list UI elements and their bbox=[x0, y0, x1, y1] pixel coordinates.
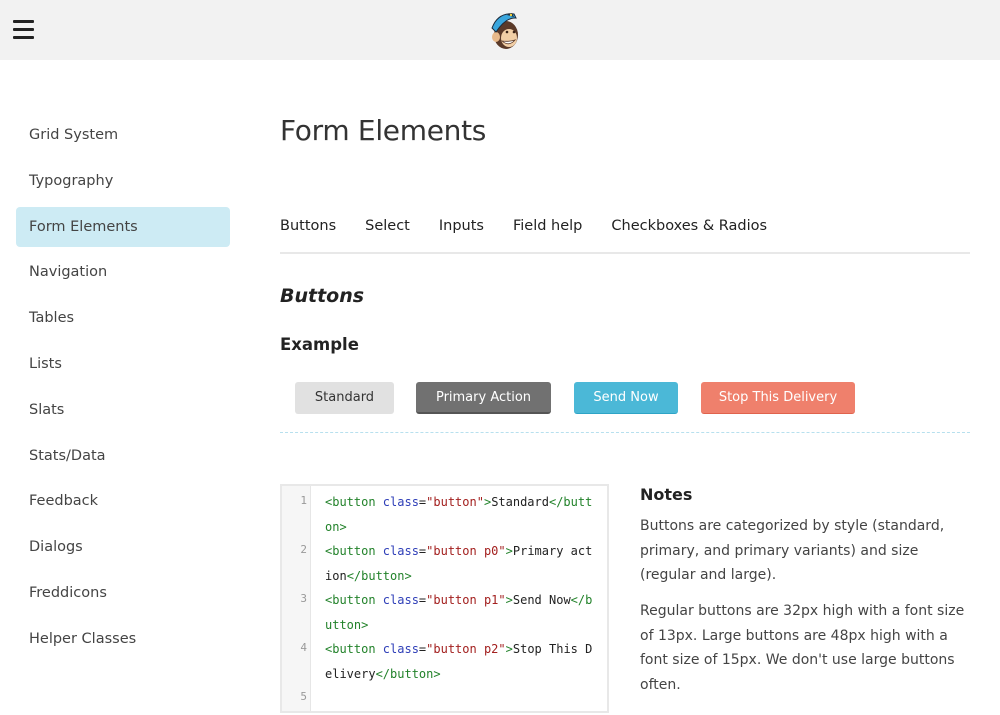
primary-action-button[interactable]: Primary Action bbox=[416, 382, 551, 414]
notes-paragraph: Buttons are categorized by style (standa… bbox=[640, 518, 945, 583]
code-attr: class bbox=[382, 593, 419, 607]
sidebar-item-freddicons[interactable]: Freddicons bbox=[16, 573, 230, 613]
line-number: 5 bbox=[300, 690, 307, 703]
tab-select[interactable]: Select bbox=[365, 214, 410, 252]
code-string: "button" bbox=[426, 495, 484, 509]
hamburger-line bbox=[13, 20, 34, 23]
line-number: 3 bbox=[300, 592, 307, 605]
notes-paragraph: Regular buttons are 32px high with a fon… bbox=[640, 603, 965, 693]
page-title: Form Elements bbox=[280, 114, 487, 147]
stop-delivery-button[interactable]: Stop This Delivery bbox=[701, 382, 855, 414]
code-string: "button p2" bbox=[426, 642, 506, 656]
notes-title: Notes bbox=[640, 485, 693, 504]
tab-checkboxes-radios[interactable]: Checkboxes & Radios bbox=[611, 214, 767, 252]
hamburger-line bbox=[13, 36, 34, 39]
line-number: 1 bbox=[300, 494, 307, 507]
line-number: 2 bbox=[300, 543, 307, 556]
sidebar-item-lists[interactable]: Lists bbox=[16, 344, 230, 384]
sidebar-item-typography[interactable]: Typography bbox=[16, 161, 230, 201]
sidebar-item-form-elements[interactable]: Form Elements bbox=[16, 206, 230, 247]
code-text: <button class="button p2">Stop This Deli… bbox=[325, 637, 595, 686]
tab-field-help[interactable]: Field help bbox=[513, 214, 582, 252]
sidebar-item-navigation[interactable]: Navigation bbox=[16, 252, 230, 292]
sidebar-item-slats[interactable]: Slats bbox=[16, 390, 230, 430]
hamburger-menu-icon[interactable] bbox=[13, 19, 34, 39]
sidebar-item-stats-data[interactable]: Stats/Data bbox=[16, 436, 230, 476]
sidebar-item-grid-system[interactable]: Grid System bbox=[16, 115, 230, 155]
code-string: "button p0" bbox=[426, 544, 506, 558]
freddie-logo-icon[interactable] bbox=[483, 10, 525, 52]
hamburger-line bbox=[13, 28, 34, 31]
code-tag: </button> bbox=[346, 568, 412, 583]
sidebar-item-tables[interactable]: Tables bbox=[16, 298, 230, 338]
code-tag: > bbox=[505, 544, 513, 558]
code-example[interactable]: 1 <button class="button">Standard</butto… bbox=[280, 484, 609, 713]
top-bar bbox=[0, 0, 1000, 60]
code-tag: <button bbox=[325, 495, 383, 509]
code-text: <button class="button p1">Send Now</butt… bbox=[325, 588, 595, 637]
code-attr: class bbox=[382, 544, 419, 558]
code-text: <button class="button">Standard</button> bbox=[325, 490, 595, 539]
dashed-divider bbox=[280, 432, 970, 433]
section-tabs: Buttons Select Inputs Field help Checkbo… bbox=[280, 214, 970, 254]
example-label: Example bbox=[280, 335, 359, 354]
sidebar-item-dialogs[interactable]: Dialogs bbox=[16, 527, 230, 567]
section-title: Buttons bbox=[280, 285, 365, 307]
code-string: "button p1" bbox=[426, 593, 506, 607]
code-tag: > bbox=[505, 593, 513, 607]
code-tag: </button> bbox=[375, 666, 441, 681]
sidebar-nav: Grid System Typography Form Elements Nav… bbox=[16, 115, 230, 665]
standard-button[interactable]: Standard bbox=[295, 382, 394, 414]
code-attr: class bbox=[382, 495, 419, 509]
tab-buttons[interactable]: Buttons bbox=[280, 214, 336, 252]
tab-inputs[interactable]: Inputs bbox=[439, 214, 484, 252]
sidebar-item-helper-classes[interactable]: Helper Classes bbox=[16, 619, 230, 659]
code-content: Standard bbox=[491, 495, 549, 509]
code-attr: class bbox=[382, 642, 419, 656]
line-number: 4 bbox=[300, 641, 307, 654]
code-text: <button class="button p0">Primary action… bbox=[325, 539, 595, 588]
code-content: Send Now bbox=[512, 593, 571, 607]
code-tag: <button bbox=[325, 544, 383, 558]
code-tag: <button bbox=[325, 593, 383, 607]
code-tag: <button bbox=[325, 642, 383, 656]
send-now-button[interactable]: Send Now bbox=[574, 382, 678, 414]
code-tag: > bbox=[505, 642, 513, 656]
sidebar-item-feedback[interactable]: Feedback bbox=[16, 481, 230, 521]
